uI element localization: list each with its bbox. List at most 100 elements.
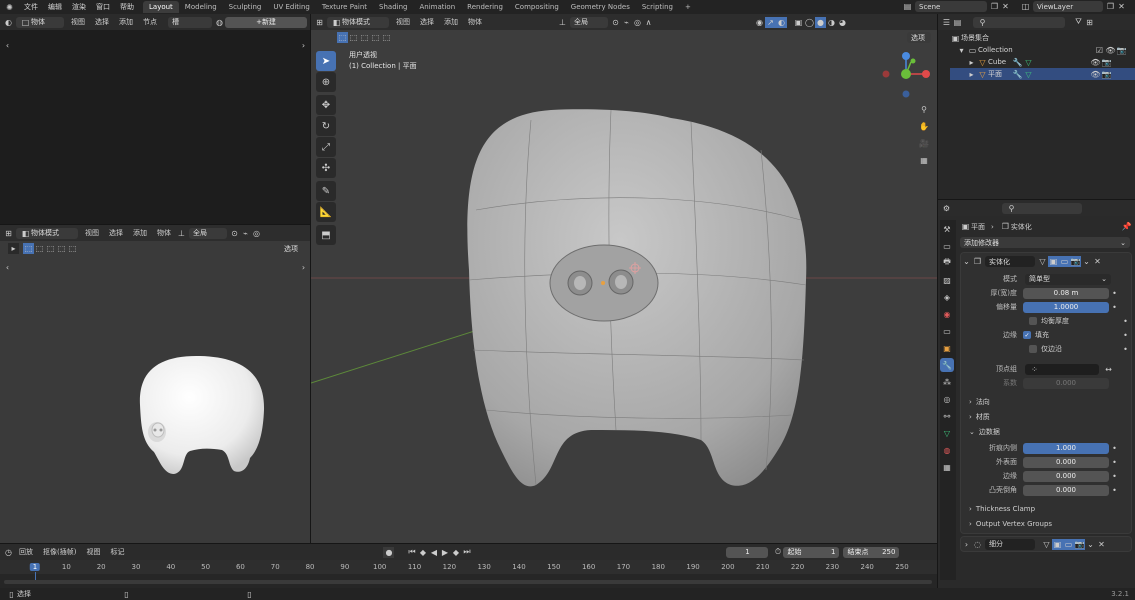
close-icon[interactable]: ✕ — [1000, 1, 1011, 12]
jump-start-icon[interactable]: ⏮ — [406, 547, 417, 558]
copy-icon[interactable]: ❐ — [1105, 1, 1116, 12]
keyframe-icon[interactable]: • — [1109, 485, 1120, 496]
keyframe-icon[interactable]: • — [1109, 288, 1120, 299]
select-extend-icon[interactable]: ⬚ — [34, 243, 45, 254]
stopwatch-icon[interactable]: ⏱ — [772, 547, 783, 558]
properties-editor[interactable]: ⚙ ⚲ ⚒ ▭ 🖶 ▨ ◈ ◉ ▭ ▣ 🔧 ⁂ ◎ ⚯ ▽ ◍ ▦ ▣ 平面 ›… — [938, 200, 1135, 590]
camera-icon[interactable]: 📷 — [1101, 57, 1112, 68]
options-dropdown[interactable]: 选项 — [280, 243, 304, 254]
chevron-left-icon[interactable]: ‹ — [2, 40, 13, 51]
end-frame-field[interactable]: 结束点 250 — [843, 546, 900, 558]
scene-name-field[interactable]: Scene — [915, 1, 987, 12]
solid-shading-icon[interactable]: ● — [815, 16, 826, 28]
falloff-icon[interactable]: ∧ — [643, 17, 654, 28]
object-type-dropdown[interactable]: □ 物体 — [16, 16, 64, 28]
menu-add[interactable]: 添加 — [128, 228, 152, 238]
orientation-dropdown[interactable]: 全局 — [570, 16, 608, 28]
render-tab-icon[interactable]: ▭ — [940, 239, 954, 253]
tab-texture-paint[interactable]: Texture Paint — [316, 1, 373, 13]
menu-view[interactable]: 视图 — [391, 17, 415, 27]
navigation-gizmo[interactable] — [881, 52, 931, 104]
shader-editor[interactable]: ◐ □ 物体 视图 选择 添加 节点 槽 ◍ + 新建 ‹ › — [0, 14, 310, 224]
materials-section[interactable]: › 材质 — [961, 409, 1131, 424]
physics-tab-icon[interactable]: ◎ — [940, 392, 954, 406]
editor-type-icon[interactable]: ☰ — [941, 17, 952, 28]
expand-icon[interactable]: › — [961, 539, 972, 550]
keyframe-icon[interactable]: • — [1109, 457, 1120, 468]
play-icon[interactable]: ▶ — [439, 547, 450, 558]
select-subtract-icon[interactable]: ⬚ — [45, 243, 56, 254]
keyframe-icon[interactable]: • — [1120, 330, 1131, 341]
keyframe-icon[interactable]: • — [1109, 443, 1120, 454]
menu-help[interactable]: 帮助 — [115, 2, 139, 12]
camera-icon[interactable]: 📷 — [1101, 69, 1112, 80]
playhead-line[interactable] — [35, 572, 36, 580]
viewlayer-name-field[interactable]: ViewLayer — [1033, 1, 1103, 12]
mode-dropdown[interactable]: 简单型 ⌄ — [1025, 273, 1111, 285]
world-tab-icon[interactable]: ◉ — [940, 307, 954, 321]
main-viewport[interactable]: ⊞ ◧ 物体模式 视图 选择 添加 物体 ⊥ 全局 ⊙ ⌁ ◎ ∧ ◉ ↗ ◐ ▣… — [311, 14, 937, 543]
tool-tab-icon[interactable]: ⚒ — [940, 222, 954, 236]
data-tab-icon[interactable]: ▽ — [940, 426, 954, 440]
keyframe-icon[interactable]: • — [1109, 471, 1120, 482]
gizmo-icon[interactable]: ↗ — [765, 16, 776, 28]
tab-layout[interactable]: Layout — [143, 1, 179, 13]
new-collection-icon[interactable]: ⊞ — [1084, 17, 1095, 28]
eye-icon[interactable]: 👁 — [1090, 69, 1101, 80]
viewlayer-selector[interactable]: ◫ ViewLayer ❐ ✕ — [1020, 1, 1127, 12]
menu-select[interactable]: 选择 — [415, 17, 439, 27]
mode-dropdown[interactable]: ◧ 物体模式 — [16, 227, 78, 239]
menu-select[interactable]: 选择 — [90, 17, 114, 27]
play-reverse-icon[interactable]: ◀ — [428, 547, 439, 558]
menu-select[interactable]: 选择 — [104, 228, 128, 238]
pin-icon[interactable]: 📌 — [1121, 221, 1132, 232]
menu-keying[interactable]: 抠像(插帧) — [38, 547, 81, 557]
tab-animation[interactable]: Animation — [413, 1, 461, 13]
tab-geometry-nodes[interactable]: Geometry Nodes — [565, 1, 636, 13]
edit-mode-icon[interactable]: ▽ — [1037, 256, 1048, 267]
select-intersect-icon[interactable]: ⬚ — [67, 243, 78, 254]
invert-icon[interactable]: ↔ — [1103, 364, 1114, 375]
crease-rim-field[interactable]: 0.000 — [1023, 470, 1109, 482]
tab-sculpting[interactable]: Sculpting — [223, 1, 268, 13]
on-cage-icon[interactable]: ▣ — [1048, 256, 1059, 267]
visibility-icon[interactable]: ◉ — [754, 17, 765, 28]
outliner-item-cube[interactable]: ▸ ▽ Cube 🔧 ▽ 👁 📷 — [950, 56, 1135, 68]
dropdown-icon[interactable]: ⌄ — [1081, 256, 1092, 267]
modifier-name-field[interactable]: 细分 — [985, 538, 1035, 550]
tab-shading[interactable]: Shading — [373, 1, 413, 13]
chevron-right-icon[interactable]: › — [298, 262, 309, 273]
pan-hand-icon[interactable]: ✋ — [917, 119, 931, 133]
editor-type-icon[interactable]: ⊞ — [3, 228, 14, 239]
editor-type-icon[interactable]: ◐ — [3, 17, 14, 28]
chevron-right-icon[interactable]: › — [298, 40, 309, 51]
expand-icon[interactable]: ▾ — [956, 45, 967, 56]
menu-node[interactable]: 节点 — [138, 17, 162, 27]
timeline[interactable]: ◷ 回放 抠像(插帧) 视图 标记 ● ⏮ ◆ ◀ ▶ ◆ ⏭ 1 ⏱ 起始 1 … — [0, 544, 937, 588]
checkbox-icon[interactable]: ☑ — [1094, 45, 1105, 56]
eye-icon[interactable]: 👁 — [1090, 57, 1101, 68]
menu-object[interactable]: 物体 — [152, 228, 176, 238]
wireframe-shading-icon[interactable]: ◯ — [804, 17, 815, 28]
collapse-icon[interactable]: ⌄ — [961, 256, 972, 267]
modifier-name-field[interactable]: 实体化 — [985, 256, 1035, 267]
menu-add[interactable]: 添加 — [114, 17, 138, 27]
render-icon[interactable]: 📷 — [1070, 256, 1081, 267]
xray-icon[interactable]: ▣ — [793, 17, 804, 28]
factor-field[interactable]: 0.000 — [1023, 377, 1109, 389]
keyframe-icon[interactable]: • — [1120, 316, 1131, 327]
editor-type-icon[interactable]: ◷ — [3, 547, 14, 558]
outliner-item-plane[interactable]: ▸ ▽ 平面 🔧 ▽ 👁 📷 — [950, 68, 1135, 80]
keyframe-icon[interactable]: • — [1109, 302, 1120, 313]
copy-icon[interactable]: ❐ — [989, 1, 1000, 12]
chevron-left-icon[interactable]: ‹ — [2, 262, 13, 273]
modifier-tab-icon[interactable]: 🔧 — [940, 358, 954, 372]
overlay-icon[interactable]: ◐ — [776, 16, 787, 28]
normals-section[interactable]: › 法向 — [961, 394, 1131, 409]
menu-view[interactable]: 视图 — [80, 228, 104, 238]
zoom-icon[interactable]: ⚲ — [917, 102, 931, 116]
even-thickness-row[interactable]: 均衡厚度 • — [961, 314, 1131, 328]
orientation-dropdown[interactable]: 全局 — [189, 227, 227, 239]
snap-icon[interactable]: ⌁ — [240, 228, 251, 239]
material-tab-icon[interactable]: ◍ — [940, 443, 954, 457]
